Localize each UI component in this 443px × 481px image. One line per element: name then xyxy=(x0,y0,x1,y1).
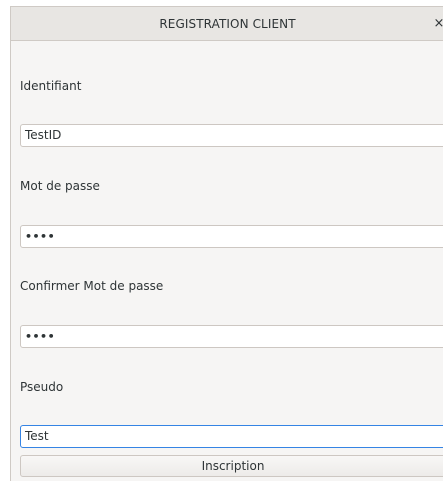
title-bar: REGISTRATION CLIENT × xyxy=(11,7,443,41)
registration-window: REGISTRATION CLIENT × Identifiant TestID… xyxy=(10,6,443,481)
identifiant-label: Identifiant xyxy=(20,79,82,93)
identifiant-field[interactable]: TestID xyxy=(20,124,443,147)
password-field[interactable]: •••• xyxy=(20,225,443,248)
window-title: REGISTRATION CLIENT xyxy=(159,17,296,31)
inscription-button[interactable]: Inscription xyxy=(20,455,443,477)
close-icon[interactable]: × xyxy=(432,7,443,41)
password-label: Mot de passe xyxy=(20,179,100,193)
pseudo-field[interactable]: Test xyxy=(20,425,443,448)
confirm-password-field[interactable]: •••• xyxy=(20,325,443,348)
pseudo-label: Pseudo xyxy=(20,380,64,394)
confirm-password-label: Confirmer Mot de passe xyxy=(20,279,164,293)
